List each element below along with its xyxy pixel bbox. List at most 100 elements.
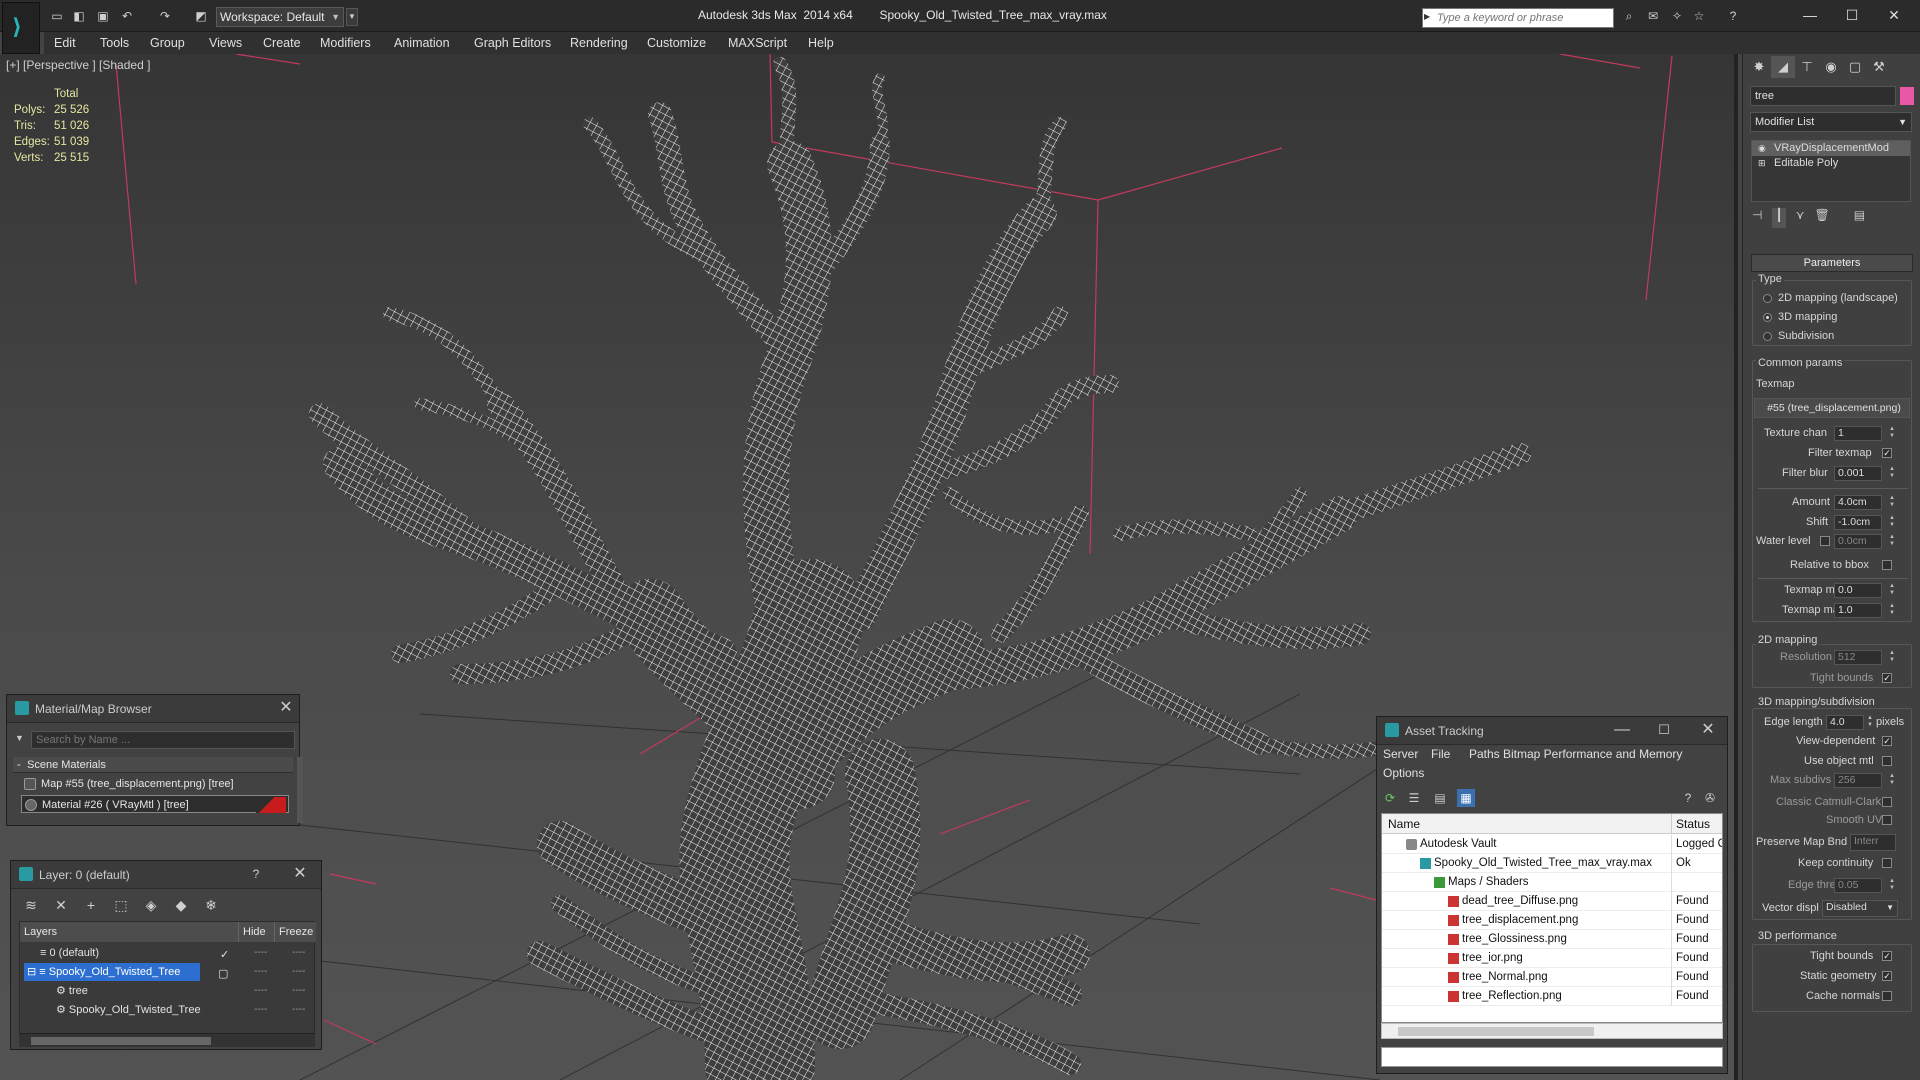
asset-row[interactable]: tree_ior.png Found bbox=[1382, 949, 1722, 968]
layer-row[interactable]: ≡ 0 (default) ✓ ---- ---- bbox=[20, 944, 316, 962]
menu-modifiers[interactable]: Modifiers bbox=[320, 32, 371, 54]
refresh-icon[interactable]: ⟳ bbox=[1381, 789, 1399, 807]
filter-texmap-checkbox[interactable]: ✓ bbox=[1882, 448, 1892, 458]
delete-layer-icon[interactable]: ✕ bbox=[51, 895, 71, 915]
maximize-icon[interactable]: ☐ bbox=[1655, 722, 1673, 740]
display-tab-icon[interactable]: ▢ bbox=[1843, 56, 1867, 78]
hide-toggle[interactable]: ---- bbox=[254, 982, 267, 1000]
texmap-min-spinner[interactable]: 0.0 bbox=[1834, 583, 1882, 598]
menu-animation[interactable]: Animation bbox=[394, 32, 450, 54]
expand-plus-icon[interactable]: ⊞ bbox=[1758, 156, 1766, 171]
horizontal-scrollbar[interactable] bbox=[19, 1033, 315, 1047]
project-folder-icon[interactable]: ◩ bbox=[194, 9, 208, 23]
keep-continuity-checkbox[interactable] bbox=[1882, 858, 1892, 868]
resolution-spinner[interactable]: 512 bbox=[1834, 650, 1882, 665]
asset-path-input[interactable] bbox=[1381, 1047, 1723, 1067]
help-search-input[interactable] bbox=[1422, 8, 1614, 28]
motion-tab-icon[interactable]: ◉ bbox=[1819, 56, 1843, 78]
freeze-toggle[interactable]: ---- bbox=[292, 963, 305, 981]
preserve-map-dropdown[interactable]: Interr bbox=[1850, 834, 1896, 851]
freeze-all-layers-icon[interactable]: ❄ bbox=[201, 895, 221, 915]
close-icon[interactable]: ✕ bbox=[291, 866, 309, 884]
layer-row[interactable]: ⚙ tree ---- ---- bbox=[20, 982, 316, 1000]
asset-row[interactable]: tree_Glossiness.png Found bbox=[1382, 930, 1722, 949]
material-search-input[interactable] bbox=[31, 731, 295, 749]
table-view-icon[interactable]: ▦ bbox=[1457, 789, 1475, 807]
asset-row[interactable]: Spooky_Old_Twisted_Tree_max_vray.max Ok bbox=[1382, 854, 1722, 873]
workspace-menu-arrow[interactable]: ▼ bbox=[346, 8, 358, 26]
asset-row[interactable]: dead_tree_Diffuse.png Found bbox=[1382, 892, 1722, 911]
close-icon[interactable]: ✕ bbox=[1699, 722, 1717, 740]
hide-toggle[interactable]: ---- bbox=[254, 963, 267, 981]
remove-modifier-icon[interactable]: 🗑 bbox=[1814, 208, 1829, 228]
col-hide[interactable]: Hide bbox=[238, 922, 266, 942]
app-menu-button[interactable]: ⟩ bbox=[2, 2, 40, 54]
freeze-toggle[interactable]: ---- bbox=[292, 982, 305, 1000]
search-options-icon[interactable]: ▼ bbox=[15, 733, 24, 743]
freeze-toggle[interactable]: ---- bbox=[292, 944, 305, 962]
settings-icon[interactable]: ✇ bbox=[1701, 789, 1719, 807]
menu-group[interactable]: Group bbox=[150, 32, 185, 54]
save-file-icon[interactable]: ▣ bbox=[96, 9, 110, 23]
radio-3d-mapping[interactable] bbox=[1763, 313, 1772, 322]
hide-toggle[interactable]: ---- bbox=[254, 1001, 267, 1019]
asset-row[interactable]: tree_displacement.png Found bbox=[1382, 911, 1722, 930]
binoculars-icon[interactable]: ⌕ bbox=[1622, 9, 1636, 23]
pin-stack-icon[interactable]: ⊣ bbox=[1752, 208, 1762, 228]
minimize-button[interactable]: — bbox=[1790, 4, 1830, 26]
asset-menu-server[interactable]: Server bbox=[1383, 747, 1418, 761]
menu-create[interactable]: Create bbox=[263, 32, 301, 54]
layer-row[interactable]: ⚙ Spooky_Old_Twisted_Tree ---- ---- bbox=[20, 1001, 316, 1019]
parameters-rollout[interactable]: Parameters bbox=[1751, 254, 1913, 272]
object-color-swatch[interactable] bbox=[1900, 87, 1914, 105]
material-item[interactable]: Map #55 (tree_displacement.png) [tree] bbox=[21, 775, 289, 793]
menu-edit[interactable]: Edit bbox=[54, 32, 76, 54]
help-icon[interactable]: ? bbox=[247, 866, 265, 884]
hide-all-layers-icon[interactable]: ◆ bbox=[171, 895, 191, 915]
help-query-icon[interactable]: ? bbox=[1679, 789, 1697, 807]
lightbulb-icon[interactable]: ◉ bbox=[1758, 141, 1766, 156]
col-status[interactable]: Status bbox=[1671, 814, 1710, 834]
edge-thresh-spinner[interactable]: 0.05 bbox=[1834, 878, 1882, 893]
asset-row[interactable]: tree_Reflection.png Found bbox=[1382, 987, 1722, 1006]
vertical-scrollbar[interactable] bbox=[297, 757, 303, 823]
amount-spinner[interactable]: 4.0cm bbox=[1834, 495, 1882, 510]
spinner-arrows-icon[interactable]: ▲ ▼ bbox=[1888, 583, 1896, 598]
layers-icon[interactable]: ≋ bbox=[21, 895, 41, 915]
menu-rendering[interactable]: Rendering bbox=[570, 32, 628, 54]
water-level-checkbox[interactable] bbox=[1820, 536, 1830, 546]
asset-menu-paths[interactable]: Paths bbox=[1469, 747, 1500, 761]
layer-window-titlebar[interactable]: Layer: 0 (default) ? ✕ bbox=[11, 861, 321, 889]
undo-icon[interactable]: ↶ bbox=[120, 9, 134, 23]
redo-icon[interactable]: ↷ bbox=[158, 9, 172, 23]
texmap-max-spinner[interactable]: 1.0 bbox=[1834, 603, 1882, 618]
scrollbar-thumb[interactable] bbox=[31, 1037, 211, 1045]
perf-tight-bounds-checkbox[interactable]: ✓ bbox=[1882, 951, 1892, 961]
add-to-layer-icon[interactable]: + bbox=[81, 895, 101, 915]
new-file-icon[interactable]: ▭ bbox=[50, 9, 64, 23]
texmap-button[interactable]: #55 (tree_displacement.png) bbox=[1754, 398, 1910, 418]
relative-bbox-checkbox[interactable] bbox=[1882, 560, 1892, 570]
modifier-list-dropdown[interactable]: Modifier List ▼ bbox=[1750, 112, 1912, 132]
smooth-uvs-checkbox[interactable] bbox=[1882, 815, 1892, 825]
highlight-layer-icon[interactable]: ◈ bbox=[141, 895, 161, 915]
select-in-layer-icon[interactable]: ⬚ bbox=[111, 895, 131, 915]
asset-menu-file[interactable]: File bbox=[1431, 747, 1450, 761]
scrollbar-thumb[interactable] bbox=[1398, 1027, 1594, 1036]
menu-tools[interactable]: Tools bbox=[100, 32, 129, 54]
show-end-result-icon[interactable]: ┃ bbox=[1772, 208, 1786, 228]
water-level-spinner[interactable]: 0.0cm bbox=[1834, 534, 1882, 549]
scene-materials-group[interactable]: - Scene Materials bbox=[13, 757, 293, 773]
col-layers[interactable]: Layers bbox=[24, 922, 57, 942]
horizontal-scrollbar[interactable] bbox=[1381, 1023, 1723, 1039]
menu-customize[interactable]: Customize bbox=[647, 32, 706, 54]
workspace-dropdown[interactable]: Workspace: Default ▼ bbox=[216, 7, 344, 27]
freeze-toggle[interactable]: ---- bbox=[292, 1001, 305, 1019]
minimize-icon[interactable]: — bbox=[1613, 722, 1631, 740]
filter-blur-spinner[interactable]: 0.001 bbox=[1834, 466, 1882, 481]
spinner-arrows-icon[interactable]: ▲ ▼ bbox=[1888, 878, 1896, 893]
hierarchy-tab-icon[interactable]: ⊤ bbox=[1795, 56, 1819, 78]
radio-subdivision[interactable] bbox=[1763, 332, 1772, 341]
spinner-arrows-icon[interactable]: ▲ ▼ bbox=[1888, 466, 1896, 481]
modify-tab-icon[interactable]: ◢ bbox=[1771, 56, 1795, 78]
